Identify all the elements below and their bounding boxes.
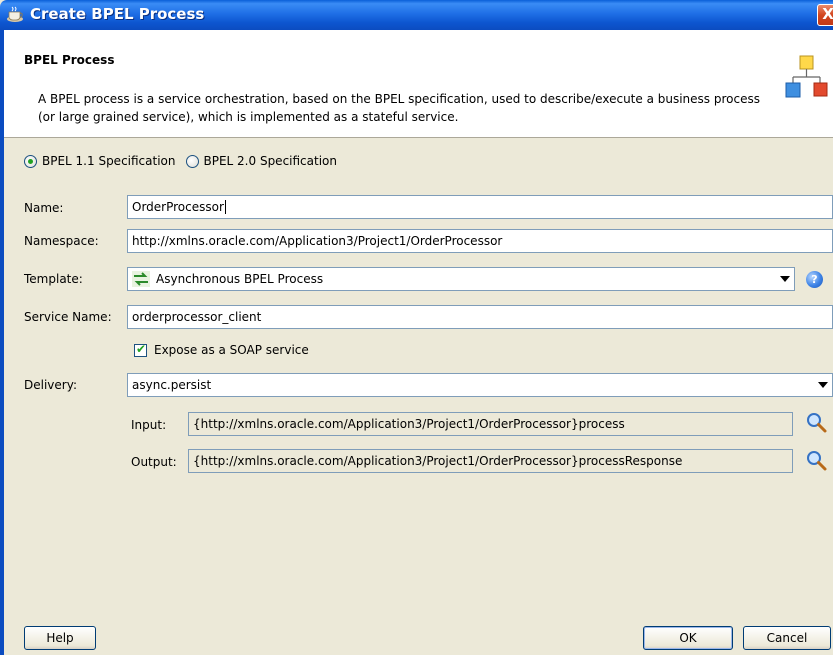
- header-title: BPEL Process: [24, 53, 115, 67]
- output-label: Output:: [131, 455, 177, 469]
- spec-2-0-label[interactable]: BPEL 2.0 Specification: [204, 154, 338, 168]
- window-title: Create BPEL Process: [30, 5, 205, 23]
- name-input[interactable]: OrderProcessor: [127, 195, 833, 219]
- header-panel: BPEL Process A BPEL process is a service…: [4, 30, 833, 138]
- coffee-cup-icon: [7, 6, 23, 22]
- expose-soap-checkbox[interactable]: [134, 342, 147, 357]
- help-icon[interactable]: ?: [806, 271, 823, 288]
- delivery-value: async.persist: [132, 378, 212, 392]
- spec-1-1-radio[interactable]: [24, 154, 37, 168]
- template-select[interactable]: Asynchronous BPEL Process: [127, 267, 795, 291]
- delivery-label: Delivery:: [24, 378, 77, 392]
- help-button[interactable]: Help: [24, 626, 96, 650]
- title-bar: Create BPEL Process X: [0, 0, 833, 30]
- delivery-select[interactable]: async.persist: [127, 373, 833, 397]
- arrows-exchange-icon: [132, 271, 150, 287]
- ok-button[interactable]: OK: [643, 626, 733, 650]
- close-button[interactable]: X: [817, 4, 833, 26]
- input-label: Input:: [131, 418, 167, 432]
- magnifier-icon[interactable]: [806, 412, 828, 434]
- name-label: Name:: [24, 201, 64, 215]
- header-description: A BPEL process is a service orchestratio…: [38, 92, 760, 124]
- spec-1-1-label[interactable]: BPEL 1.1 Specification: [42, 154, 176, 168]
- service-name-label: Service Name:: [24, 310, 112, 324]
- chevron-down-icon[interactable]: [818, 382, 828, 388]
- magnifier-icon[interactable]: [806, 450, 828, 472]
- expose-soap-label[interactable]: Expose as a SOAP service: [154, 343, 309, 357]
- output-message-field[interactable]: {http://xmlns.oracle.com/Application3/Pr…: [188, 449, 793, 473]
- spec-2-0-radio[interactable]: [185, 154, 199, 168]
- chevron-down-icon[interactable]: [780, 276, 790, 282]
- template-label: Template:: [24, 272, 83, 286]
- namespace-input[interactable]: http://xmlns.oracle.com/Application3/Pro…: [127, 229, 833, 253]
- spec-radio-group: BPEL 1.1 Specification BPEL 2.0 Specific…: [24, 152, 347, 170]
- input-message-field[interactable]: {http://xmlns.oracle.com/Application3/Pr…: [188, 412, 793, 436]
- template-value: Asynchronous BPEL Process: [156, 272, 324, 286]
- cancel-button[interactable]: Cancel: [743, 626, 831, 650]
- process-diagram-icon: [785, 55, 828, 98]
- service-name-input[interactable]: orderprocessor_client: [127, 305, 833, 329]
- namespace-label: Namespace:: [24, 234, 99, 248]
